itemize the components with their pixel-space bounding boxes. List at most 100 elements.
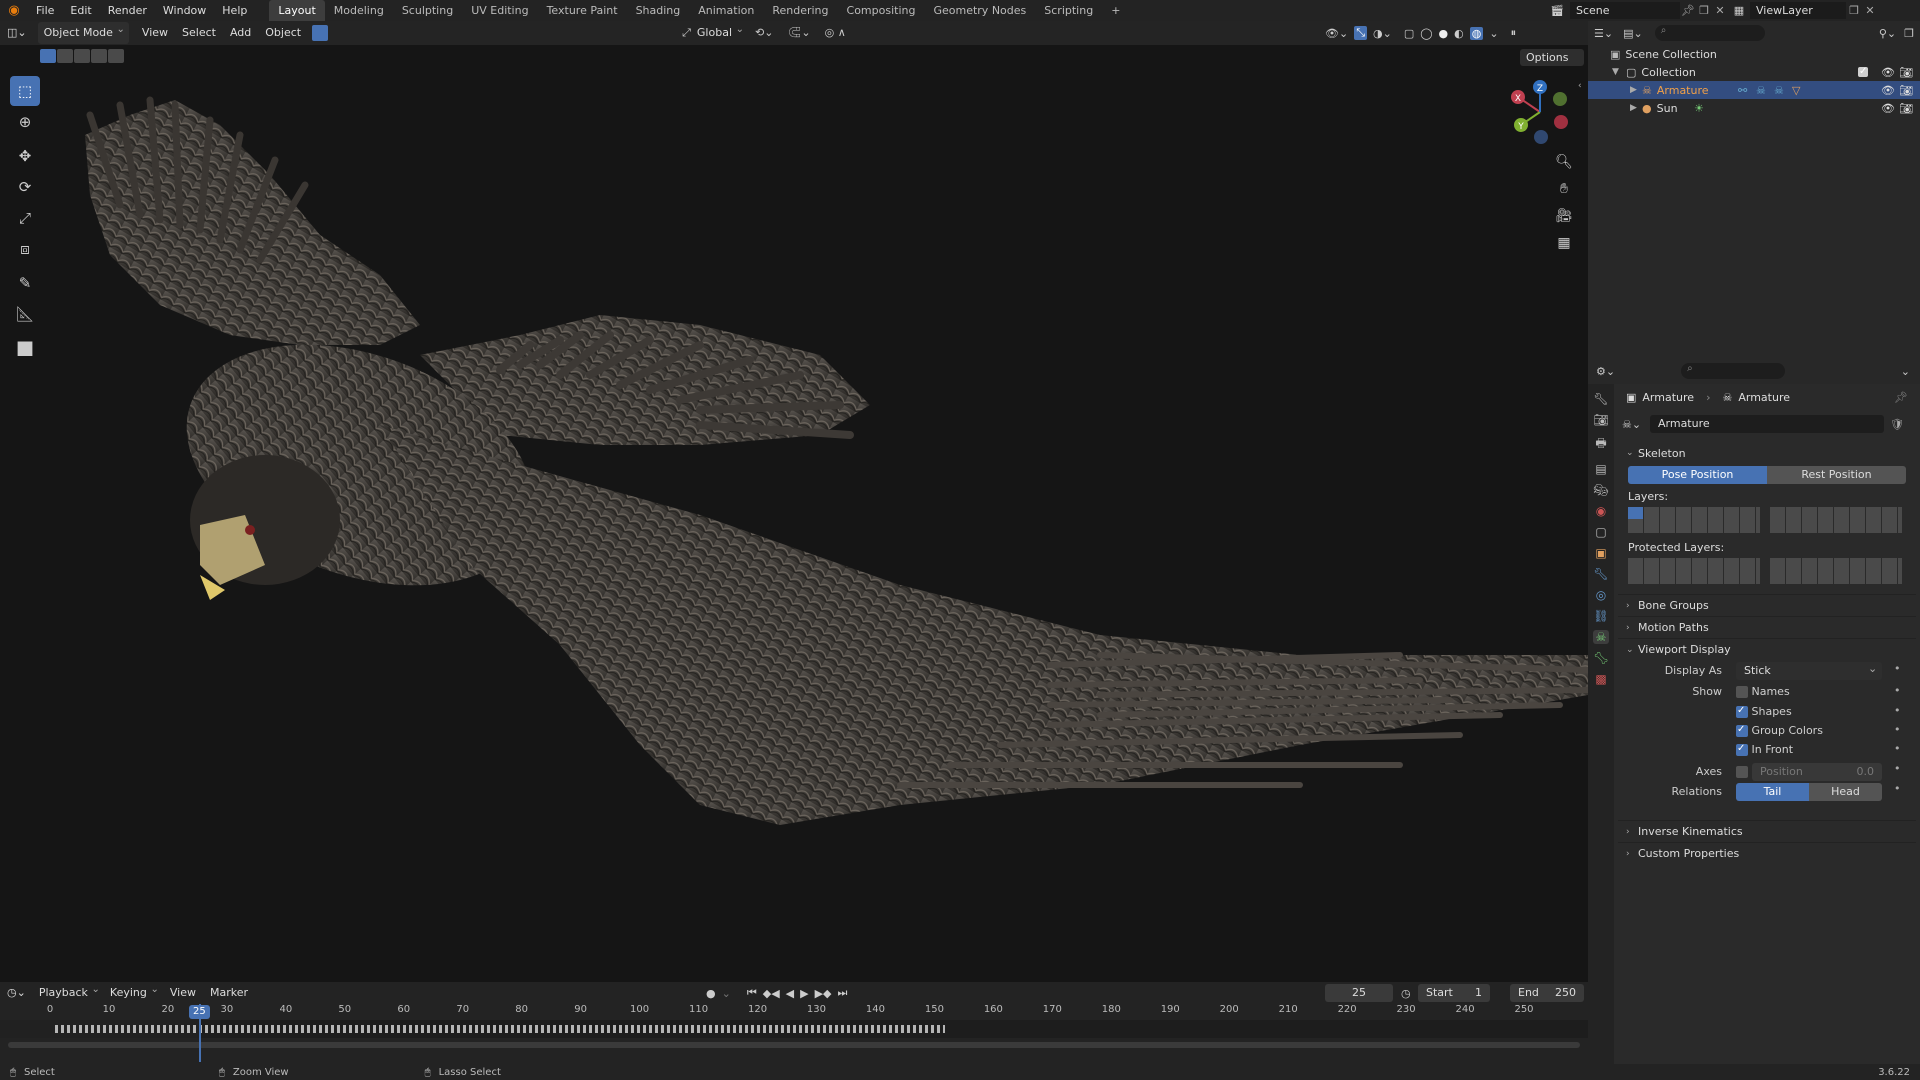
close-icon[interactable]: ✕ — [1712, 4, 1728, 17]
start-frame-field[interactable]: Start 1 — [1418, 984, 1490, 1002]
outliner-item-armature[interactable]: ▶ ☠︎ Armature ⚯ ☠︎ ☠︎ ▽ 👁︎ 📷︎ — [1588, 81, 1920, 99]
bone-groups-panel-header[interactable]: › Bone Groups — [1618, 594, 1916, 616]
menu-add[interactable]: Add — [223, 22, 258, 44]
physics-tab-icon[interactable]: ◎ — [1596, 588, 1606, 602]
tab-rendering[interactable]: Rendering — [763, 0, 837, 21]
transform-tool-icon[interactable]: ⧈ — [10, 234, 40, 264]
rest-position-button[interactable]: Rest Position — [1767, 466, 1906, 484]
viewport-display-panel-header[interactable]: ⌄ Viewport Display — [1618, 638, 1916, 660]
pose-position-button[interactable]: Pose Position — [1628, 466, 1767, 484]
timeline-scrollbar[interactable] — [8, 1042, 1580, 1048]
armature-name-field[interactable]: Armature — [1650, 415, 1884, 433]
modifiers-tab-icon[interactable]: 🔧︎ — [1593, 567, 1608, 581]
inverse-kinematics-panel-header[interactable]: › Inverse Kinematics — [1618, 820, 1916, 842]
proportional-edit-icon[interactable]: ◎ ∧ — [818, 22, 853, 44]
active-layer-icon[interactable] — [1628, 507, 1643, 519]
fake-user-icon[interactable]: 🛡︎ — [1890, 418, 1904, 431]
tab-geometry-nodes[interactable]: Geometry Nodes — [924, 0, 1035, 21]
sidebar-toggle-icon[interactable]: ‹ — [1578, 81, 1582, 91]
camera-view-icon[interactable]: 🎥︎ — [1552, 204, 1576, 228]
tab-uv-editing[interactable]: UV Editing — [462, 0, 537, 21]
annotate-tool-icon[interactable]: ✎ — [10, 268, 40, 298]
next-keyframe-icon[interactable]: ▶◆ — [815, 987, 832, 1000]
tab-shading[interactable]: Shading — [627, 0, 690, 21]
eye-icon[interactable]: 👁︎ — [1881, 84, 1895, 97]
bone-tab-icon[interactable]: 🦴︎ — [1593, 651, 1608, 665]
record-options-icon[interactable]: ⌄ — [722, 987, 731, 1000]
pan-hand-icon[interactable]: ✋︎ — [1552, 177, 1576, 201]
move-tool-icon[interactable]: ✥ — [10, 141, 40, 171]
menu-select[interactable]: Select — [175, 22, 223, 44]
in-front-checkbox[interactable] — [1736, 744, 1748, 756]
skeleton-panel-header[interactable]: ⌄ Skeleton — [1618, 442, 1916, 464]
keyframe-dot-icon[interactable]: • — [1894, 684, 1901, 697]
snap-icon[interactable]: 🧲︎⌄ — [780, 22, 817, 44]
tab-texture-paint[interactable]: Texture Paint — [538, 0, 627, 21]
axes-position-field[interactable]: Position 0.0 — [1752, 763, 1882, 781]
menu-render[interactable]: Render — [100, 0, 155, 21]
pause-render-icon[interactable]: ⏸ — [1511, 26, 1517, 40]
outliner-search-input[interactable]: ⌕ — [1654, 25, 1765, 41]
wireframe-shading-icon[interactable]: ◯ — [1420, 27, 1432, 40]
layers-grid[interactable] — [1628, 507, 1906, 533]
tool-tab-icon[interactable]: 🔧︎ — [1593, 392, 1608, 406]
jump-start-icon[interactable]: ⏮ — [747, 986, 757, 1000]
close-layer-icon[interactable]: ✕ — [1862, 4, 1878, 17]
current-frame-field[interactable]: 25 — [1325, 984, 1393, 1002]
scene-tab-icon[interactable]: 🎭︎ — [1593, 483, 1608, 497]
add-cube-tool-icon[interactable]: ⬛︎ — [10, 333, 40, 363]
play-icon[interactable]: ▶ — [800, 987, 808, 1000]
collection-row[interactable]: ▼ ▢ Collection 👁︎ 📷︎ — [1588, 63, 1920, 81]
timeline-editor-icon[interactable]: ◷⌄ — [0, 982, 33, 1004]
menu-edit[interactable]: Edit — [62, 0, 99, 21]
xray-icon[interactable]: ▢ — [1404, 27, 1414, 40]
keyframe-dot-icon[interactable]: • — [1894, 762, 1901, 775]
end-frame-field[interactable]: End 250 — [1510, 984, 1584, 1002]
record-icon[interactable]: ● — [706, 987, 716, 1000]
menu-object[interactable]: Object — [258, 22, 308, 44]
keyframe-dot-icon[interactable]: • — [1894, 662, 1901, 675]
scene-icon[interactable]: 🎬︎ — [1550, 4, 1570, 17]
tab-compositing[interactable]: Compositing — [838, 0, 925, 21]
transform-orientation-dropdown[interactable]: Global — [691, 19, 748, 44]
menu-view[interactable]: View — [135, 22, 175, 44]
display-mode-icon[interactable]: ▤⌄ — [1623, 27, 1643, 40]
playhead-frame-badge[interactable]: 25 — [189, 1005, 210, 1019]
scene-name-field[interactable]: Scene — [1570, 2, 1680, 19]
expand-chevron-icon[interactable]: ▶ — [1630, 85, 1642, 95]
names-checkbox[interactable] — [1736, 686, 1748, 698]
frame-ruler[interactable]: 0 10 20 30 40 50 60 70 80 90 100 110 120 130 140 150 160… — [47, 1004, 1534, 1020]
datablock-icon[interactable]: ☠︎⌄ — [1622, 418, 1650, 431]
perspective-grid-icon[interactable]: ▦ — [1552, 231, 1576, 255]
relations-head-button[interactable]: Head — [1809, 783, 1882, 801]
outliner-item-sun[interactable]: ▶ ● Sun ☀ 👁︎ 📷︎ — [1588, 99, 1920, 117]
keying-menu[interactable]: Keying — [104, 979, 163, 1004]
marker-menu[interactable]: Marker — [203, 982, 255, 1004]
protected-layers-grid[interactable] — [1628, 558, 1906, 584]
armature-data-icon[interactable]: ☠︎ — [1756, 84, 1766, 97]
timeline-view-menu[interactable]: View — [163, 982, 203, 1004]
3d-viewport[interactable]: Options ⬚ ⊕ ✥ ⟳ ⤢ ⧈ ✎ 📐︎ ⬛︎ X Y Z 🔍︎ ✋︎ … — [0, 45, 1588, 982]
relations-tail-button[interactable]: Tail — [1736, 783, 1809, 801]
outliner-editor-icon[interactable]: ☰⌄ — [1594, 27, 1613, 40]
pin-icon[interactable]: 📌︎ — [1894, 391, 1908, 404]
select-box-tool-icon[interactable]: ⬚ — [10, 76, 40, 106]
object-tab-icon[interactable]: ▣ — [1595, 546, 1606, 560]
overlay-icon[interactable]: ◑⌄ — [1373, 27, 1392, 40]
layer-block-right[interactable] — [1770, 507, 1902, 533]
render-tab-icon[interactable]: 📷︎ — [1593, 413, 1608, 427]
menu-file[interactable]: File — [28, 0, 62, 21]
constraints-tab-icon[interactable]: ⛓︎ — [1593, 609, 1608, 623]
eagle-model[interactable] — [0, 45, 1588, 982]
cursor-tool-icon[interactable]: ⊕ — [10, 107, 40, 137]
collection-tab-icon[interactable]: ▢ — [1595, 525, 1606, 539]
axes-checkbox[interactable] — [1736, 766, 1748, 778]
names-checkbox-row[interactable]: Names — [1736, 685, 1790, 698]
transform-orientation-icon[interactable]: ⤢ — [682, 26, 691, 40]
prev-keyframe-icon[interactable]: ◆◀ — [763, 987, 780, 1000]
modifier-icon[interactable]: ▽ — [1792, 84, 1800, 97]
eye-icon[interactable]: 👁︎ — [1881, 66, 1895, 79]
properties-editor-icon[interactable]: ⚙⌄ — [1596, 365, 1615, 378]
pose-icon[interactable]: ⚯ — [1738, 84, 1747, 97]
collection-checkbox[interactable] — [1858, 67, 1868, 77]
